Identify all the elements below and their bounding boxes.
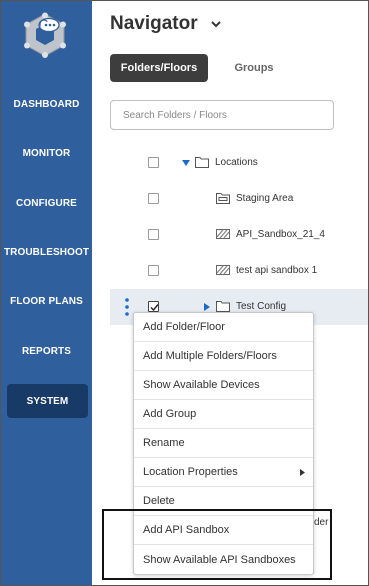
menu-add-multiple-folders-floors[interactable]: Add Multiple Folders/Floors xyxy=(134,342,313,371)
collapsed-caret-icon[interactable] xyxy=(203,303,211,311)
nav-system[interactable]: SYSTEM xyxy=(7,384,88,418)
tree-row-test-api-sandbox-1[interactable]: test api sandbox 1 xyxy=(110,253,368,289)
row-checkbox[interactable] xyxy=(148,265,159,276)
row-checkbox[interactable] xyxy=(148,229,159,240)
nav-floor-plans[interactable]: FLOOR PLANS xyxy=(1,284,92,318)
menu-rename[interactable]: Rename xyxy=(134,429,313,458)
chevron-down-icon[interactable] xyxy=(210,18,222,30)
folder-icon xyxy=(195,157,209,168)
menu-item-label: Location Properties xyxy=(143,466,238,478)
staging-folder-icon xyxy=(216,193,230,204)
nav-monitor[interactable]: MONITOR xyxy=(1,136,92,170)
nav-configure[interactable]: CONFIGURE xyxy=(1,186,92,220)
nav-reports[interactable]: REPORTS xyxy=(1,334,92,368)
more-options-icon[interactable] xyxy=(125,297,129,317)
page-title: Navigator xyxy=(110,13,198,34)
menu-add-folder-floor[interactable]: Add Folder/Floor xyxy=(134,313,313,342)
folder-icon xyxy=(216,301,230,312)
annotation-highlight-box xyxy=(102,509,332,580)
expanded-caret-icon[interactable] xyxy=(182,159,190,167)
app-logo-icon xyxy=(24,12,66,58)
tree-item-label: Locations xyxy=(215,157,258,168)
row-checkbox[interactable] xyxy=(148,193,159,204)
tab-groups[interactable]: Groups xyxy=(226,54,282,82)
tree-item-label: Staging Area xyxy=(236,193,294,204)
sidebar: DASHBOARD MONITOR CONFIGURE TROUBLESHOOT… xyxy=(1,1,92,585)
menu-show-available-devices[interactable]: Show Available Devices xyxy=(134,371,313,400)
nav-troubleshoot[interactable]: TROUBLESHOOT xyxy=(1,235,92,269)
tree-item-label: API_Sandbox_21_4 xyxy=(236,229,325,240)
sandbox-icon xyxy=(216,265,230,275)
row-checkbox[interactable] xyxy=(148,157,159,168)
tree-row-api-sandbox-21-4[interactable]: API_Sandbox_21_4 xyxy=(110,217,368,253)
tree-row-locations[interactable]: Locations xyxy=(110,145,368,181)
menu-location-properties[interactable]: Location Properties xyxy=(134,458,313,487)
tab-folders-floors[interactable]: Folders/Floors xyxy=(110,54,208,82)
tree-item-label: test api sandbox 1 xyxy=(236,265,318,276)
menu-add-group[interactable]: Add Group xyxy=(134,400,313,429)
submenu-arrow-icon xyxy=(300,469,305,476)
tree-item-label: Test Config xyxy=(236,301,287,312)
row-checkbox-checked[interactable] xyxy=(148,301,159,312)
sandbox-icon xyxy=(216,229,230,239)
nav-dashboard[interactable]: DASHBOARD xyxy=(1,87,92,121)
tree-row-staging-area[interactable]: Staging Area xyxy=(110,181,368,217)
search-input[interactable] xyxy=(110,100,334,130)
